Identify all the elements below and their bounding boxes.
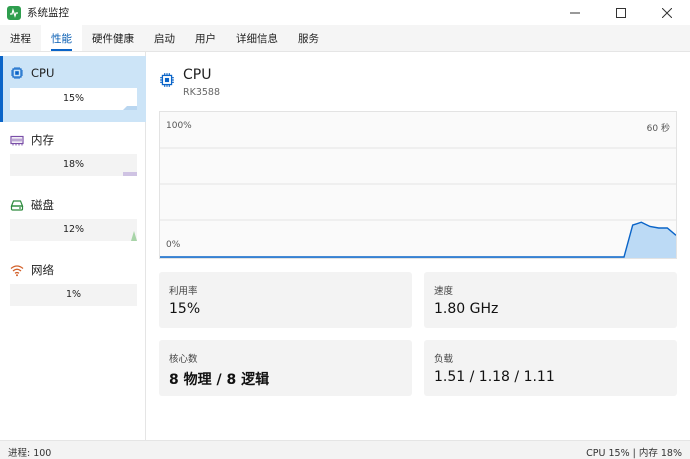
tab-users[interactable]: 用户: [185, 25, 226, 51]
tab-startup[interactable]: 启动: [144, 25, 185, 51]
load-label: 负载: [434, 354, 454, 365]
performance-panel: CPU RK3588 100% 60 秒 0% 利用率 15% 速度 1.80 …: [147, 52, 690, 440]
usage-text: 1%: [65, 289, 82, 300]
sidebar-item-label: CPU: [31, 66, 55, 80]
tab-details[interactable]: 详细信息: [226, 25, 288, 51]
usage-text: 15%: [62, 93, 85, 104]
app-logo-icon: [7, 5, 21, 20]
cores-label: 核心数: [169, 354, 198, 365]
load-value: 1.51 / 1.18 / 1.11: [434, 369, 555, 385]
page-title: CPU: [183, 67, 212, 83]
sidebar-item-cpu[interactable]: CPU 15%: [0, 56, 146, 122]
graph-time-label: 60 秒: [646, 124, 670, 134]
tab-services[interactable]: 服务: [288, 25, 329, 51]
usage-bar: 15%: [10, 88, 137, 110]
usage-text: 18%: [62, 159, 85, 170]
close-button[interactable]: [644, 0, 690, 25]
minimize-button[interactable]: [552, 0, 598, 25]
memory-sparkline: [123, 172, 137, 176]
minimize-icon: [570, 12, 580, 13]
sidebar-item-label: 网络: [31, 263, 54, 277]
usage-bar: 1%: [10, 284, 137, 306]
sidebar-item-memory[interactable]: 内存 18%: [0, 122, 146, 188]
window-title: 系统监控: [27, 7, 69, 19]
cores-card: 核心数 8 物理 / 8 逻辑: [159, 340, 412, 396]
resource-sidebar: CPU 15% 内存 18% 磁盘 12% 网络 1%: [0, 52, 146, 440]
cpu-usage-plot: [160, 147, 676, 258]
close-icon: [662, 7, 672, 18]
usage-line: [160, 221, 676, 258]
sidebar-item-disk[interactable]: 磁盘 12%: [0, 187, 146, 253]
cpu-sparkline: [123, 106, 137, 110]
tab-processes[interactable]: 进程: [0, 25, 41, 51]
graph-min-label: 0%: [166, 240, 181, 250]
sidebar-item-network[interactable]: 网络 1%: [0, 252, 146, 318]
speed-value: 1.80 GHz: [434, 301, 499, 317]
cpu-icon: [160, 73, 174, 87]
graph-max-label: 100%: [166, 121, 192, 131]
usage-area: [160, 222, 676, 258]
memory-icon: [10, 135, 24, 146]
sidebar-item-label: 磁盘: [31, 198, 54, 212]
title-bar: 系统监控: [0, 0, 690, 25]
tab-hardware-health[interactable]: 硬件健康: [82, 25, 144, 51]
maximize-button[interactable]: [598, 0, 644, 25]
sidebar-item-label: 内存: [31, 133, 54, 147]
wifi-icon: [10, 265, 24, 277]
disk-sparkline: [131, 231, 137, 241]
cpu-icon: [11, 67, 23, 79]
disk-icon: [10, 200, 24, 211]
processor-model: RK3588: [183, 87, 221, 98]
resource-summary: CPU 15% | 内存 18%: [586, 448, 682, 459]
usage-bar: 12%: [10, 219, 137, 241]
usage-bar: 18%: [10, 154, 137, 176]
utilization-card: 利用率 15%: [159, 272, 412, 328]
tab-bar: 进程 性能 硬件健康 启动 用户 详细信息 服务: [0, 25, 690, 52]
speed-label: 速度: [434, 286, 454, 297]
tab-performance[interactable]: 性能: [41, 25, 82, 51]
speed-card: 速度 1.80 GHz: [424, 272, 677, 328]
status-bar: 进程: 100 CPU 15% | 内存 18%: [0, 440, 690, 459]
cores-value: 8 物理 / 8 逻辑: [169, 372, 270, 388]
utilization-value: 15%: [169, 301, 201, 317]
cpu-usage-graph: 100% 60 秒 0%: [159, 111, 677, 259]
load-card: 负载 1.51 / 1.18 / 1.11: [424, 340, 677, 396]
usage-text: 12%: [62, 224, 85, 235]
process-count: 进程: 100: [8, 448, 52, 459]
utilization-label: 利用率: [169, 286, 198, 297]
maximize-icon: [616, 7, 626, 18]
